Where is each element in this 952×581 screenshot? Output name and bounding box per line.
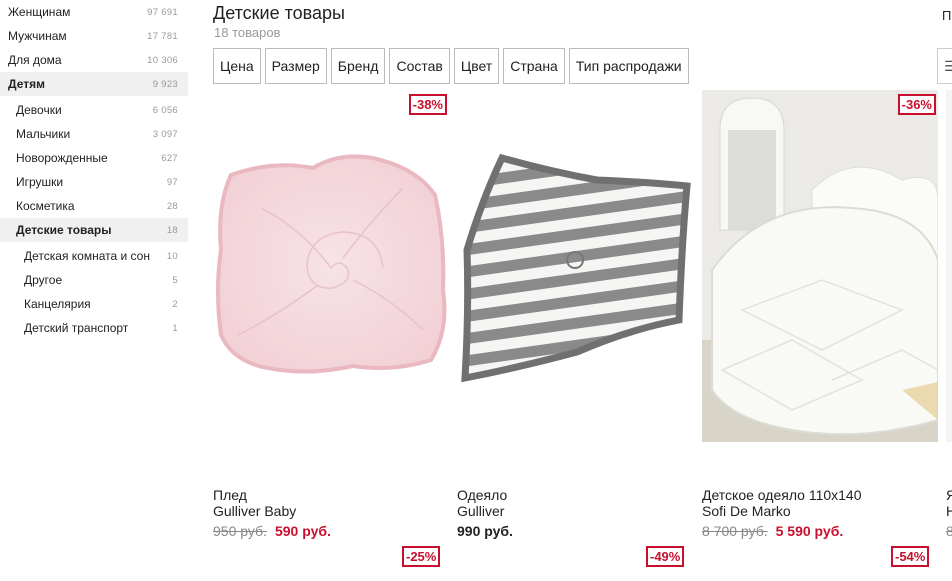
sidebar-item-kids-room[interactable]: Детская комната и сон 10 — [0, 244, 188, 268]
sidebar-item-count: 3 097 — [152, 128, 178, 140]
product-name[interactable]: Я — [946, 487, 952, 503]
product-card[interactable]: -36% Детское одеяло 110x140 Sofi De Mark… — [702, 90, 938, 540]
filter-material-button[interactable]: Состав — [389, 48, 450, 84]
sale-price: 590 руб. — [274, 523, 331, 539]
price: 990 руб. — [457, 523, 513, 539]
sidebar-item-home[interactable]: Для дома 10 306 — [0, 48, 188, 72]
sidebar-item-label: Косметика — [16, 199, 75, 213]
sidebar-item-label: Новорожденные — [16, 151, 108, 165]
sidebar-item-kids-goods[interactable]: Детские товары 18 — [0, 218, 188, 242]
product-card[interactable]: Я Н 8 — [946, 90, 952, 540]
product-prices: 990 руб. — [457, 522, 693, 540]
sidebar-item-label: Мужчинам — [8, 29, 67, 43]
discount-badge: -38% — [408, 94, 447, 115]
striped-blanket-image — [461, 153, 691, 383]
sidebar-item-men[interactable]: Мужчинам 17 781 — [0, 24, 188, 48]
product-brand[interactable]: Sofi De Marko — [702, 503, 938, 519]
sidebar-item-stationery[interactable]: Канцелярия 2 — [0, 292, 188, 316]
product-name[interactable]: Плед — [213, 487, 449, 503]
sidebar-item-count: 1 — [172, 322, 178, 334]
sidebar-item-label: Детям — [8, 77, 45, 91]
sidebar-item-label: Канцелярия — [24, 297, 91, 311]
sidebar-item-count: 6 056 — [152, 104, 178, 116]
sidebar-item-label: Игрушки — [16, 175, 64, 189]
sidebar-item-newborns[interactable]: Новорожденные 627 — [0, 146, 188, 170]
discount-badge: -36% — [897, 94, 936, 115]
sidebar-item-label: Детский транспорт — [24, 321, 129, 335]
sidebar-item-label: Мальчики — [16, 127, 71, 141]
sidebar-item-count: 5 — [172, 274, 178, 286]
sidebar-item-toys[interactable]: Игрушки 97 — [0, 170, 188, 194]
product-brand[interactable]: Н — [946, 503, 952, 519]
sidebar-item-count: 10 306 — [147, 54, 178, 66]
sidebar-item-cosmetics[interactable]: Косметика 28 — [0, 194, 188, 218]
sidebar-item-count: 2 — [172, 298, 178, 310]
sidebar-item-count: 17 781 — [147, 30, 178, 42]
category-sidebar: Женщинам 97 691 Мужчинам 17 781 Для дома 10… — [0, 0, 188, 340]
product-image[interactable] — [457, 90, 693, 442]
product-image[interactable]: -38% — [213, 90, 449, 442]
page-title: Детские товары — [213, 3, 345, 23]
sidebar-item-count: 97 — [166, 176, 178, 188]
product-brand[interactable]: Gulliver — [457, 503, 693, 519]
sidebar-item-kids[interactable]: Детям 9 923 — [0, 72, 188, 96]
product-image[interactable]: -36% — [702, 90, 938, 442]
sort-label[interactable]: П — [942, 8, 951, 23]
sidebar-item-other[interactable]: Другое 5 — [0, 268, 188, 292]
product-name[interactable]: Одеяло — [457, 487, 693, 503]
sidebar-item-count: 28 — [166, 200, 178, 212]
sidebar-item-count: 97 691 — [147, 6, 178, 18]
filter-bar: Цена Размер Бренд Состав Цвет Страна Тип… — [213, 48, 689, 84]
sidebar-item-boys[interactable]: Мальчики 3 097 — [0, 122, 188, 146]
product-prices: 950 руб. 590 руб. — [213, 522, 449, 540]
sidebar-item-girls[interactable]: Девочки 6 056 — [0, 98, 188, 122]
sidebar-item-label: Детские товары — [16, 223, 112, 237]
filter-sale-type-button[interactable]: Тип распродажи — [568, 48, 689, 84]
product-name[interactable]: Детское одеяло 110x140 — [702, 487, 938, 503]
product-count: 18 товаров — [214, 25, 281, 40]
old-price: 8 700 руб. — [702, 523, 768, 539]
pink-blanket-image — [216, 154, 447, 374]
sidebar-item-label: Детская комната и сон — [24, 249, 150, 263]
product-prices: 8 700 руб. 5 590 руб. — [702, 522, 938, 540]
sidebar-item-kids-transport[interactable]: Детский транспорт 1 — [0, 316, 188, 340]
discount-badge: -54% — [891, 546, 930, 567]
old-price: 8 — [946, 523, 952, 539]
sidebar-item-label: Девочки — [16, 103, 62, 117]
sidebar-item-count: 9 923 — [152, 78, 178, 90]
product-prices: 8 — [946, 522, 952, 540]
sidebar-item-count: 10 — [166, 250, 178, 262]
view-toggle-icon[interactable]: ☰ — [937, 48, 952, 84]
product-image[interactable] — [946, 90, 952, 442]
product-brand[interactable]: Gulliver Baby — [213, 503, 449, 519]
sidebar-item-label: Женщинам — [8, 5, 71, 19]
bedding-image — [702, 90, 938, 442]
filter-brand-button[interactable]: Бренд — [330, 48, 386, 84]
old-price: 950 руб. — [213, 523, 267, 539]
sidebar-item-women[interactable]: Женщинам 97 691 — [0, 0, 188, 24]
filter-color-button[interactable]: Цвет — [453, 48, 500, 84]
product-card[interactable]: -38% Плед Gulliver Baby 950 руб. 590 руб. — [213, 90, 449, 540]
sidebar-item-label: Другое — [24, 273, 63, 287]
sidebar-item-count: 627 — [161, 152, 178, 164]
filter-price-button[interactable]: Цена — [213, 48, 261, 84]
product-card[interactable]: Одеяло Gulliver 990 руб. — [457, 90, 693, 540]
sale-price: 5 590 руб. — [775, 523, 844, 539]
filter-size-button[interactable]: Размер — [264, 48, 327, 84]
sidebar-item-count: 18 — [166, 224, 178, 236]
discount-badge: -49% — [646, 546, 685, 567]
discount-badge: -25% — [402, 546, 441, 567]
filter-country-button[interactable]: Страна — [503, 48, 565, 84]
sidebar-item-label: Для дома — [8, 53, 62, 67]
